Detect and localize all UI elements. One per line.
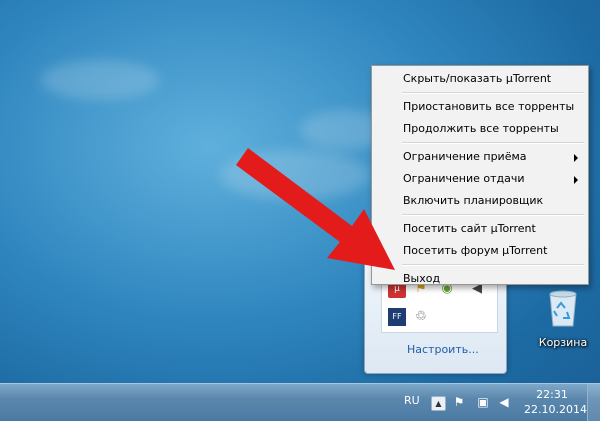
menu-item[interactable]: Посетить форум µTorrent (374, 240, 586, 262)
menu-item-label: Ограничение приёма (403, 150, 527, 163)
menu-item[interactable]: Посетить сайт µTorrent (374, 218, 586, 240)
action-center-icon[interactable]: ⚑ (452, 395, 466, 409)
menu-separator (402, 142, 584, 144)
show-desktop-button[interactable] (587, 384, 600, 421)
ff-icon[interactable]: FF (388, 308, 406, 326)
menu-item[interactable]: Включить планировщик (374, 190, 586, 212)
customize-link[interactable]: Настроить... (407, 343, 479, 356)
menu-item-label: Ограничение отдачи (403, 172, 525, 185)
menu-separator (402, 264, 584, 266)
menu-item-label: Скрыть/показать µTorrent (403, 72, 552, 85)
language-indicator[interactable]: RU (404, 394, 420, 407)
submenu-arrow-icon (574, 176, 578, 184)
menu-item-label: Включить планировщик (403, 194, 544, 207)
menu-item-label: Выход (403, 272, 441, 285)
menu-separator (402, 92, 584, 94)
menu-item-label: Посетить форум µTorrent (403, 244, 548, 257)
recycle-bin-icon (549, 290, 577, 327)
clock-time: 22:31 (536, 388, 568, 401)
menu-item[interactable]: Выход (374, 268, 586, 290)
wallpaper-cloud (40, 60, 160, 100)
submenu-arrow-icon (574, 154, 578, 162)
recycle-bin-shortcut[interactable]: Корзина (533, 288, 593, 349)
network-icon[interactable]: ▣ (476, 395, 490, 409)
taskbar: RU ▲ ⚑ ▣ ◀ 22:31 22.10.2014 (0, 383, 600, 421)
volume-icon[interactable]: ◀ (497, 395, 511, 409)
menu-item-label: Приостановить все торренты (403, 100, 575, 113)
menu-item[interactable]: Ограничение отдачи (374, 168, 586, 190)
menu-item-label: Продолжить все торренты (403, 122, 559, 135)
menu-item[interactable]: Скрыть/показать µTorrent (374, 68, 586, 90)
menu-item[interactable]: Продолжить все торренты (374, 118, 586, 140)
recycle-icon[interactable]: ♲ (412, 308, 430, 326)
menu-item[interactable]: Ограничение приёма (374, 146, 586, 168)
menu-item[interactable]: Приостановить все торренты (374, 96, 586, 118)
clock[interactable]: 22:31 22.10.2014 (524, 387, 587, 417)
recycle-bin-label: Корзина (538, 336, 588, 349)
menu-separator (402, 214, 584, 216)
show-hidden-icons-button[interactable]: ▲ (431, 396, 446, 411)
clock-date: 22.10.2014 (524, 403, 587, 416)
menu-item-label: Посетить сайт µTorrent (403, 222, 536, 235)
wallpaper-cloud (220, 150, 370, 200)
utorrent-context-menu: Скрыть/показать µTorrent Приостановить вс… (371, 65, 589, 285)
